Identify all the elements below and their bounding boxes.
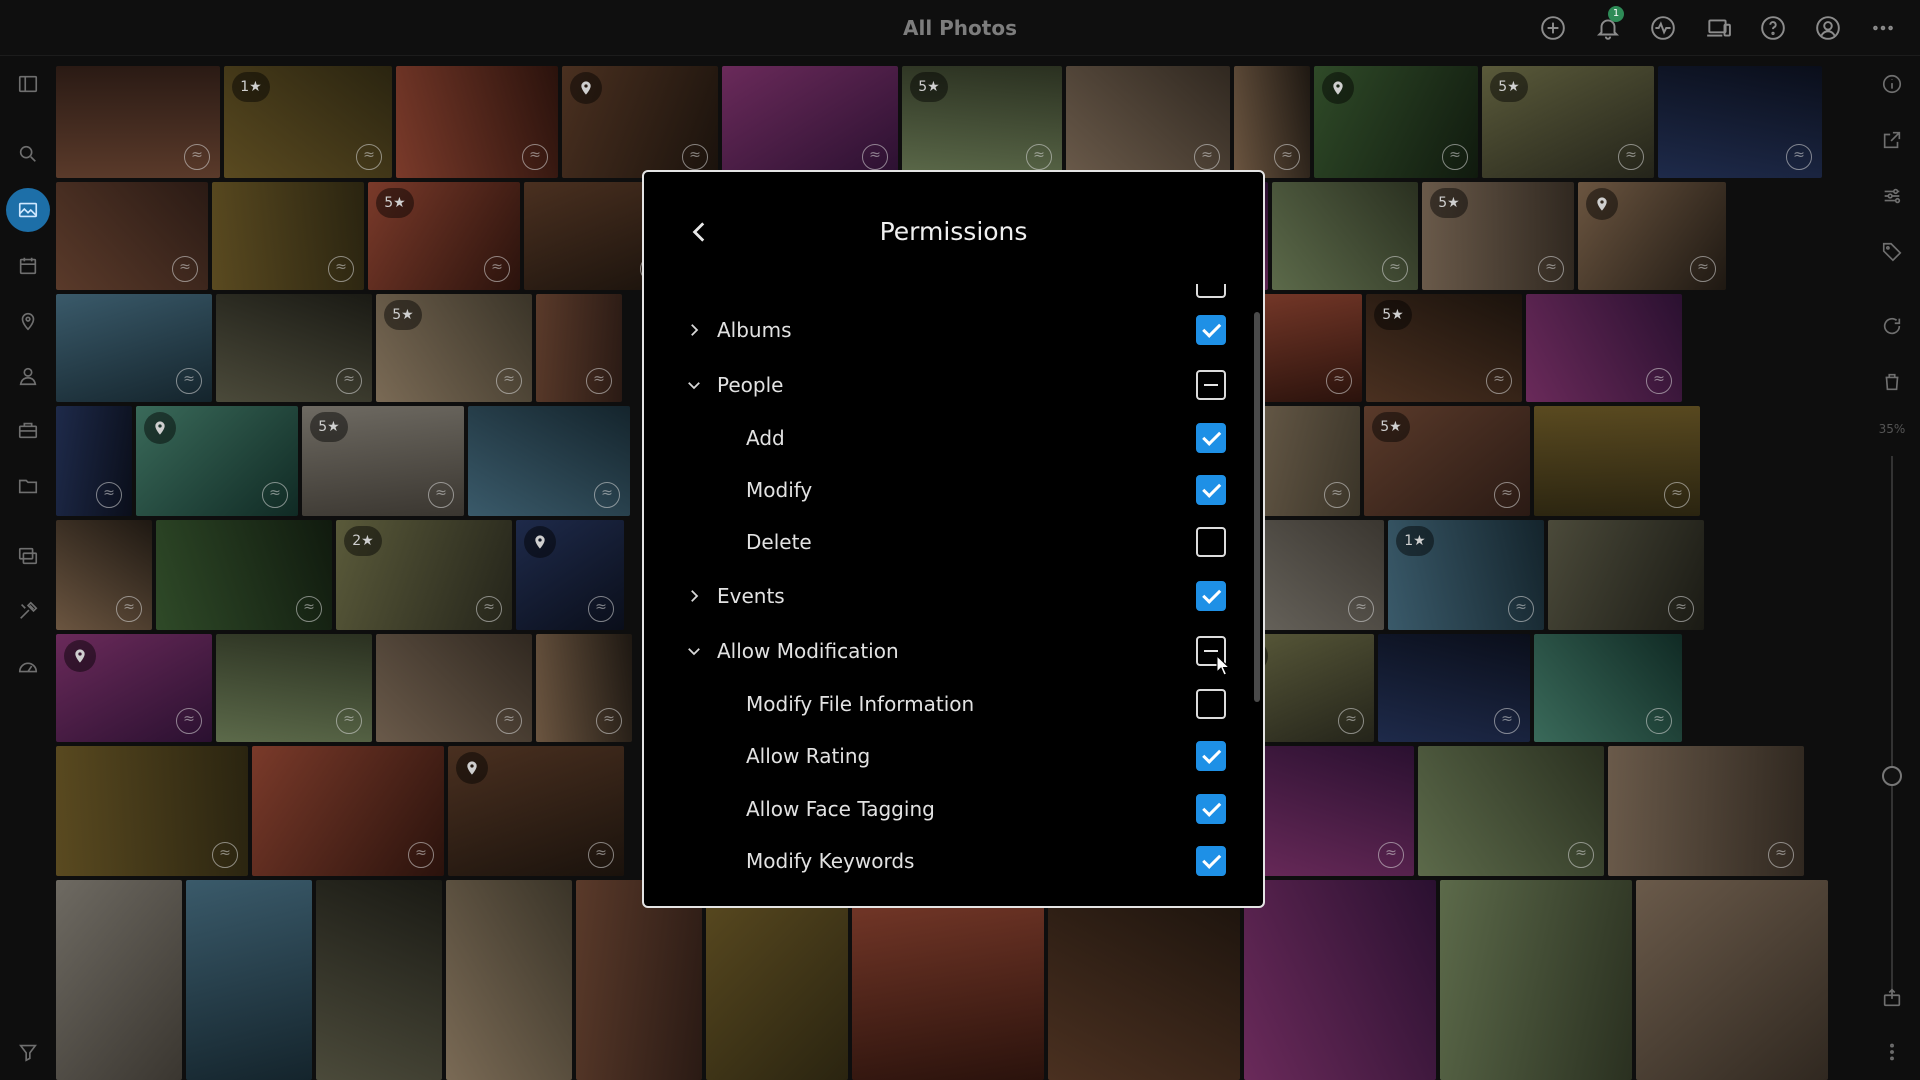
permission-checkbox[interactable] xyxy=(1196,689,1226,719)
permission-row[interactable]: Delete xyxy=(644,516,1244,568)
dialog-header: Permissions xyxy=(644,172,1263,284)
mouse-cursor-icon xyxy=(1216,655,1231,676)
permission-checkbox[interactable] xyxy=(1196,284,1226,298)
permission-checkbox[interactable] xyxy=(1196,475,1226,505)
permission-label: Albums xyxy=(717,318,792,342)
permission-row[interactable]: Allow Face Tagging xyxy=(644,783,1244,835)
permission-row[interactable]: Modify xyxy=(644,464,1244,516)
permission-checkbox[interactable] xyxy=(1196,423,1226,453)
permission-checkbox[interactable] xyxy=(1196,794,1226,824)
permission-label: Events xyxy=(717,584,785,608)
permission-row[interactable]: Add xyxy=(644,412,1244,464)
permission-row[interactable]: Events xyxy=(644,570,1244,622)
permission-label: Allow Face Tagging xyxy=(746,797,935,821)
chevron-right-icon[interactable] xyxy=(682,584,706,608)
permission-label: Allow Modification xyxy=(717,639,899,663)
permission-checkbox[interactable] xyxy=(1196,370,1226,400)
dialog-title: Permissions xyxy=(879,217,1028,246)
chevron-down-icon[interactable] xyxy=(682,373,706,397)
permission-row[interactable]: Albums xyxy=(644,304,1244,356)
scrollbar-thumb[interactable] xyxy=(1254,312,1260,702)
permissions-dialog: Permissions Albums People Add Modify Delete E… xyxy=(642,170,1265,908)
permission-label: Modify Keywords xyxy=(746,849,915,873)
permissions-list: Albums People Add Modify Delete Events Allow M… xyxy=(644,284,1244,894)
permission-label: Modify xyxy=(746,478,813,502)
permission-label: Delete xyxy=(746,530,812,554)
permission-label: People xyxy=(717,373,784,397)
modal-overlay: Permissions Albums People Add Modify Delete E… xyxy=(0,0,1920,1080)
permission-checkbox[interactable] xyxy=(1196,527,1226,557)
permission-checkbox[interactable] xyxy=(1196,741,1226,771)
permission-label: Modify File Information xyxy=(746,692,975,716)
photo-app: All Photos 1 35% ≈ 1★ ≈ ≈ ≈ ≈ 5★ ≈ ≈ ≈ ≈… xyxy=(0,0,1920,1080)
permission-row[interactable]: People xyxy=(644,359,1244,411)
permission-row[interactable]: Allow Modification xyxy=(644,625,1244,677)
permission-checkbox[interactable] xyxy=(1196,315,1226,345)
permission-label: Add xyxy=(746,426,785,450)
chevron-down-icon[interactable] xyxy=(682,639,706,663)
permission-row[interactable]: Allow Rating xyxy=(644,730,1244,782)
permission-checkbox[interactable] xyxy=(1196,581,1226,611)
permission-row[interactable]: Modify File Information xyxy=(644,678,1244,730)
permission-label: Allow Rating xyxy=(746,744,871,768)
scrollbar-track[interactable] xyxy=(1254,312,1262,876)
permission-row[interactable]: Modify Keywords xyxy=(644,835,1244,887)
permission-checkbox[interactable] xyxy=(1196,846,1226,876)
chevron-right-icon[interactable] xyxy=(682,318,706,342)
